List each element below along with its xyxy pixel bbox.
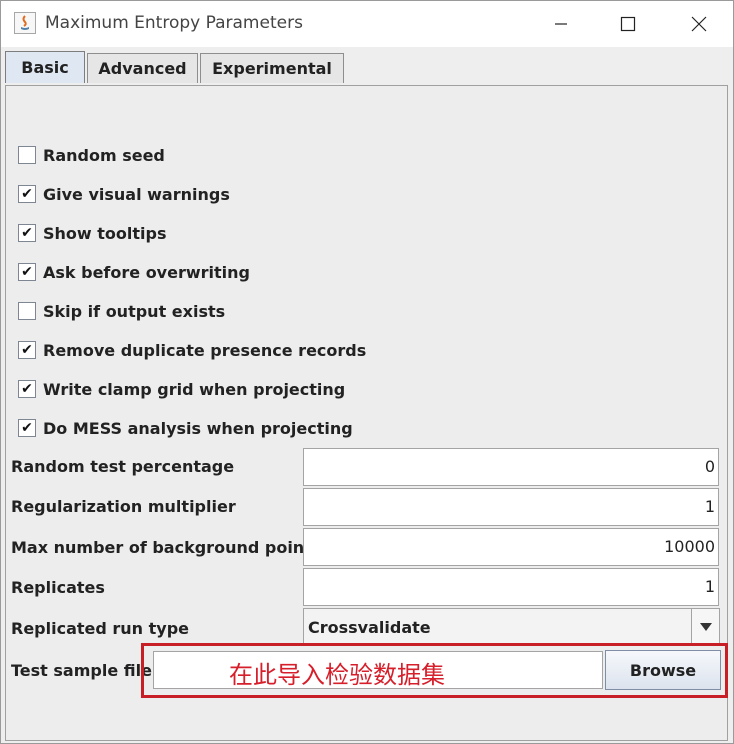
do-mess-analysis-option[interactable]: ✔ Do MESS analysis when projecting bbox=[18, 416, 353, 440]
maxent-parameters-window: Maximum Entropy Parameters Basic Advance… bbox=[0, 0, 734, 744]
random-seed-label: Random seed bbox=[43, 145, 165, 165]
ask-before-overwriting-label: Ask before overwriting bbox=[43, 262, 250, 282]
replicates-label: Replicates bbox=[11, 578, 105, 597]
skip-if-output-exists-label: Skip if output exists bbox=[43, 301, 226, 321]
replicates-input[interactable]: 1 bbox=[303, 568, 719, 606]
dropdown-button[interactable] bbox=[691, 609, 719, 645]
tab-experimental[interactable]: Experimental bbox=[200, 53, 344, 83]
show-tooltips-checkbox[interactable]: ✔ bbox=[18, 224, 36, 242]
tab-basic[interactable]: Basic bbox=[5, 51, 85, 83]
do-mess-analysis-checkbox[interactable]: ✔ bbox=[18, 419, 36, 437]
close-button[interactable] bbox=[683, 9, 715, 39]
do-mess-analysis-label: Do MESS analysis when projecting bbox=[43, 418, 353, 438]
random-test-percentage-input[interactable]: 0 bbox=[303, 448, 719, 486]
minimize-button[interactable] bbox=[545, 9, 577, 39]
check-icon: ✔ bbox=[21, 264, 33, 280]
regularization-multiplier-input[interactable]: 1 bbox=[303, 488, 719, 526]
remove-duplicate-presence-records-checkbox[interactable]: ✔ bbox=[18, 341, 36, 359]
random-seed-option[interactable]: Random seed bbox=[18, 143, 165, 167]
random-test-percentage-label: Random test percentage bbox=[11, 457, 235, 476]
write-clamp-grid-label: Write clamp grid when projecting bbox=[43, 379, 346, 399]
maximize-icon bbox=[620, 16, 636, 32]
remove-duplicate-presence-records-option[interactable]: ✔ Remove duplicate presence records bbox=[18, 338, 366, 362]
test-sample-file-label: Test sample file bbox=[11, 661, 152, 680]
write-clamp-grid-option[interactable]: ✔ Write clamp grid when projecting bbox=[18, 377, 345, 401]
write-clamp-grid-checkbox[interactable]: ✔ bbox=[18, 380, 36, 398]
title-bar: Maximum Entropy Parameters bbox=[1, 1, 733, 47]
ask-before-overwriting-option[interactable]: ✔ Ask before overwriting bbox=[18, 260, 250, 284]
tab-strip: Basic Advanced Experimental bbox=[1, 47, 733, 83]
replicated-run-type-select[interactable]: Crossvalidate bbox=[303, 608, 720, 646]
give-visual-warnings-checkbox[interactable]: ✔ bbox=[18, 185, 36, 203]
skip-if-output-exists-checkbox[interactable] bbox=[18, 302, 36, 320]
java-app-icon bbox=[14, 12, 36, 34]
check-icon: ✔ bbox=[21, 420, 33, 436]
random-seed-checkbox[interactable] bbox=[18, 146, 36, 164]
show-tooltips-label: Show tooltips bbox=[43, 223, 167, 243]
give-visual-warnings-option[interactable]: ✔ Give visual warnings bbox=[18, 182, 230, 206]
annotation-text: 在此导入检验数据集 bbox=[229, 661, 445, 689]
max-background-points-label: Max number of background points bbox=[11, 538, 322, 557]
skip-if-output-exists-option[interactable]: Skip if output exists bbox=[18, 299, 225, 323]
chevron-down-icon bbox=[699, 623, 712, 631]
maximize-button[interactable] bbox=[612, 9, 644, 39]
check-icon: ✔ bbox=[21, 342, 33, 358]
minimize-icon bbox=[555, 23, 567, 25]
remove-duplicate-presence-records-label: Remove duplicate presence records bbox=[43, 340, 367, 360]
close-icon bbox=[691, 16, 707, 32]
check-icon: ✔ bbox=[21, 186, 33, 202]
tab-advanced[interactable]: Advanced bbox=[87, 53, 198, 83]
give-visual-warnings-label: Give visual warnings bbox=[43, 184, 230, 204]
check-icon: ✔ bbox=[21, 381, 33, 397]
window-title: Maximum Entropy Parameters bbox=[45, 13, 303, 33]
regularization-multiplier-label: Regularization multiplier bbox=[11, 497, 236, 516]
show-tooltips-option[interactable]: ✔ Show tooltips bbox=[18, 221, 166, 245]
check-icon: ✔ bbox=[21, 225, 33, 241]
ask-before-overwriting-checkbox[interactable]: ✔ bbox=[18, 263, 36, 281]
replicated-run-type-value: Crossvalidate bbox=[308, 618, 431, 637]
max-background-points-input[interactable]: 10000 bbox=[303, 528, 719, 566]
replicated-run-type-label: Replicated run type bbox=[11, 619, 190, 638]
